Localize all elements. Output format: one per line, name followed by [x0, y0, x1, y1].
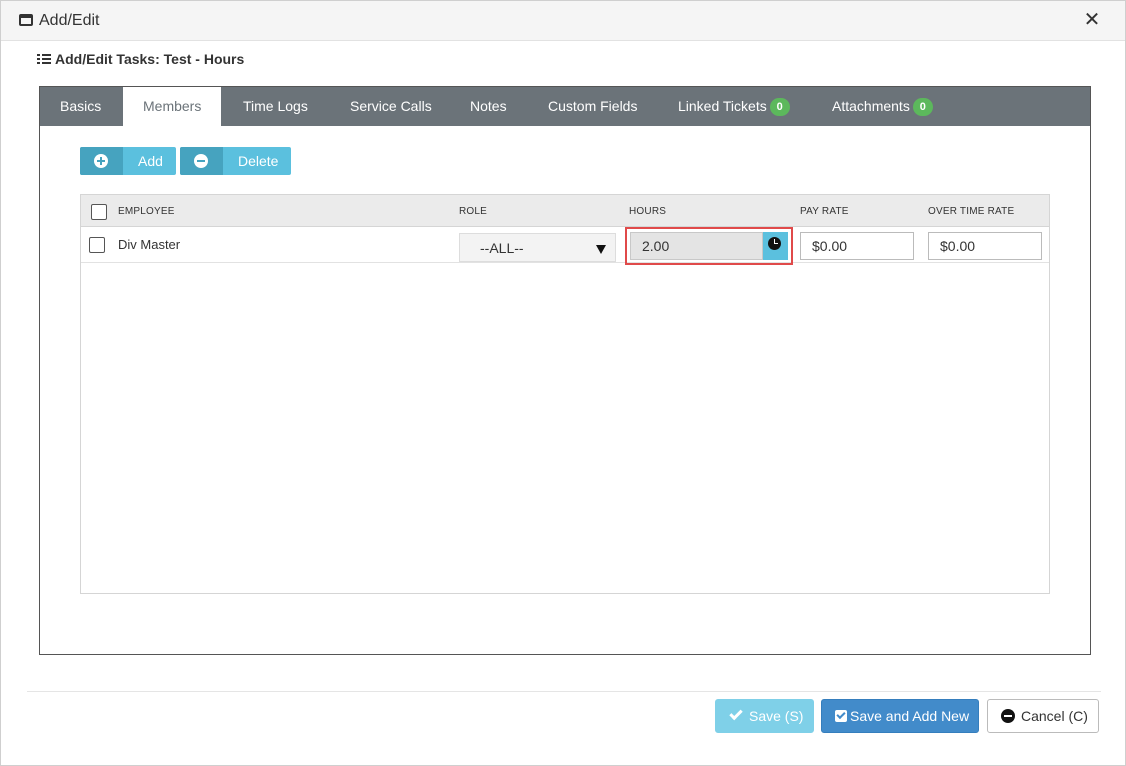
pay-rate-input[interactable]: $0.00 — [800, 232, 914, 260]
tab-notes[interactable]: Notes — [470, 87, 507, 126]
delete-button-icon-box — [180, 147, 223, 175]
delete-member-button[interactable]: Delete — [180, 147, 291, 175]
row-checkbox[interactable] — [89, 237, 105, 253]
overtime-rate-input[interactable]: $0.00 — [928, 232, 1042, 260]
minus-circle-icon — [194, 154, 208, 168]
hours-field-highlight: 2.00 — [625, 227, 793, 265]
task-list-icon — [37, 53, 51, 65]
page-title: Add/Edit Tasks: Test - Hours — [37, 51, 244, 67]
column-header-pay-rate: PAY RATE — [800, 206, 849, 217]
tab-time-logs[interactable]: Time Logs — [243, 87, 308, 126]
save-and-add-new-button[interactable]: Save and Add New — [821, 699, 979, 733]
add-edit-dialog: Add/Edit ✕ Add/Edit Tasks: Test - Hours … — [0, 0, 1126, 766]
delete-button-label: Delete — [238, 153, 279, 169]
add-member-button[interactable]: Add — [80, 147, 176, 175]
tab-basics[interactable]: Basics — [60, 87, 101, 126]
column-header-employee: EMPLOYEE — [118, 206, 175, 217]
tab-bar: Basics Members Time Logs Service Calls N… — [40, 87, 1090, 127]
cancel-button[interactable]: Cancel (C) — [987, 699, 1099, 733]
check-icon — [729, 706, 743, 721]
column-header-hours: HOURS — [629, 206, 667, 217]
title-bar: Add/Edit ✕ — [1, 1, 1125, 41]
close-icon[interactable]: ✕ — [1082, 9, 1102, 31]
save-button[interactable]: Save (S) — [715, 699, 814, 733]
tab-attachments[interactable]: Attachments 0 — [832, 87, 933, 126]
column-header-over-time-rate: OVER TIME RATE — [928, 206, 1015, 217]
members-grid: EMPLOYEE ROLE HOURS PAY RATE OVER TIME R… — [80, 194, 1050, 594]
check-square-icon — [835, 710, 847, 722]
tab-label: Custom Fields — [548, 98, 638, 114]
time-picker-button[interactable] — [763, 232, 788, 260]
dropdown-caret-icon — [596, 245, 606, 254]
page-title-text: Add/Edit Tasks: Test - Hours — [55, 51, 245, 67]
linked-tickets-count-badge: 0 — [769, 98, 790, 116]
tab-label: Members — [143, 98, 202, 114]
tab-label: Basics — [60, 98, 102, 114]
tab-members[interactable]: Members — [123, 87, 222, 127]
tab-service-calls[interactable]: Service Calls — [350, 87, 432, 126]
tab-label: Linked Tickets — [678, 98, 767, 114]
tab-label: Attachments — [832, 98, 910, 114]
tab-label: Notes — [470, 98, 507, 114]
role-select[interactable]: --ALL-- — [459, 233, 616, 262]
tab-label: Time Logs — [243, 98, 308, 114]
tab-linked-tickets[interactable]: Linked Tickets 0 — [678, 87, 790, 126]
plus-circle-icon — [94, 154, 108, 168]
save-and-add-new-label: Save and Add New — [850, 708, 970, 724]
cancel-button-label: Cancel (C) — [1021, 708, 1088, 724]
role-select-value: --ALL-- — [480, 240, 524, 256]
save-button-label: Save (S) — [749, 708, 804, 724]
tab-custom-fields[interactable]: Custom Fields — [548, 87, 637, 126]
tab-panel: Basics Members Time Logs Service Calls N… — [39, 86, 1091, 655]
clock-icon — [768, 237, 781, 250]
minus-circle-icon — [1001, 709, 1015, 723]
column-header-role: ROLE — [459, 206, 488, 217]
attachments-count-badge: 0 — [912, 98, 933, 116]
select-all-checkbox[interactable] — [91, 204, 107, 220]
table-row: Div Master --ALL-- 2.00 $0.00 $0.00 — [81, 227, 1049, 265]
hours-input[interactable]: 2.00 — [630, 232, 763, 260]
employee-name: Div Master — [118, 237, 181, 252]
add-button-label: Add — [138, 153, 163, 169]
window-title: Add/Edit — [39, 12, 100, 29]
footer-divider — [27, 691, 1101, 692]
window-icon — [19, 14, 33, 26]
add-button-icon-box — [80, 147, 123, 175]
tab-label: Service Calls — [350, 98, 432, 114]
grid-header: EMPLOYEE ROLE HOURS PAY RATE OVER TIME R… — [81, 195, 1049, 227]
